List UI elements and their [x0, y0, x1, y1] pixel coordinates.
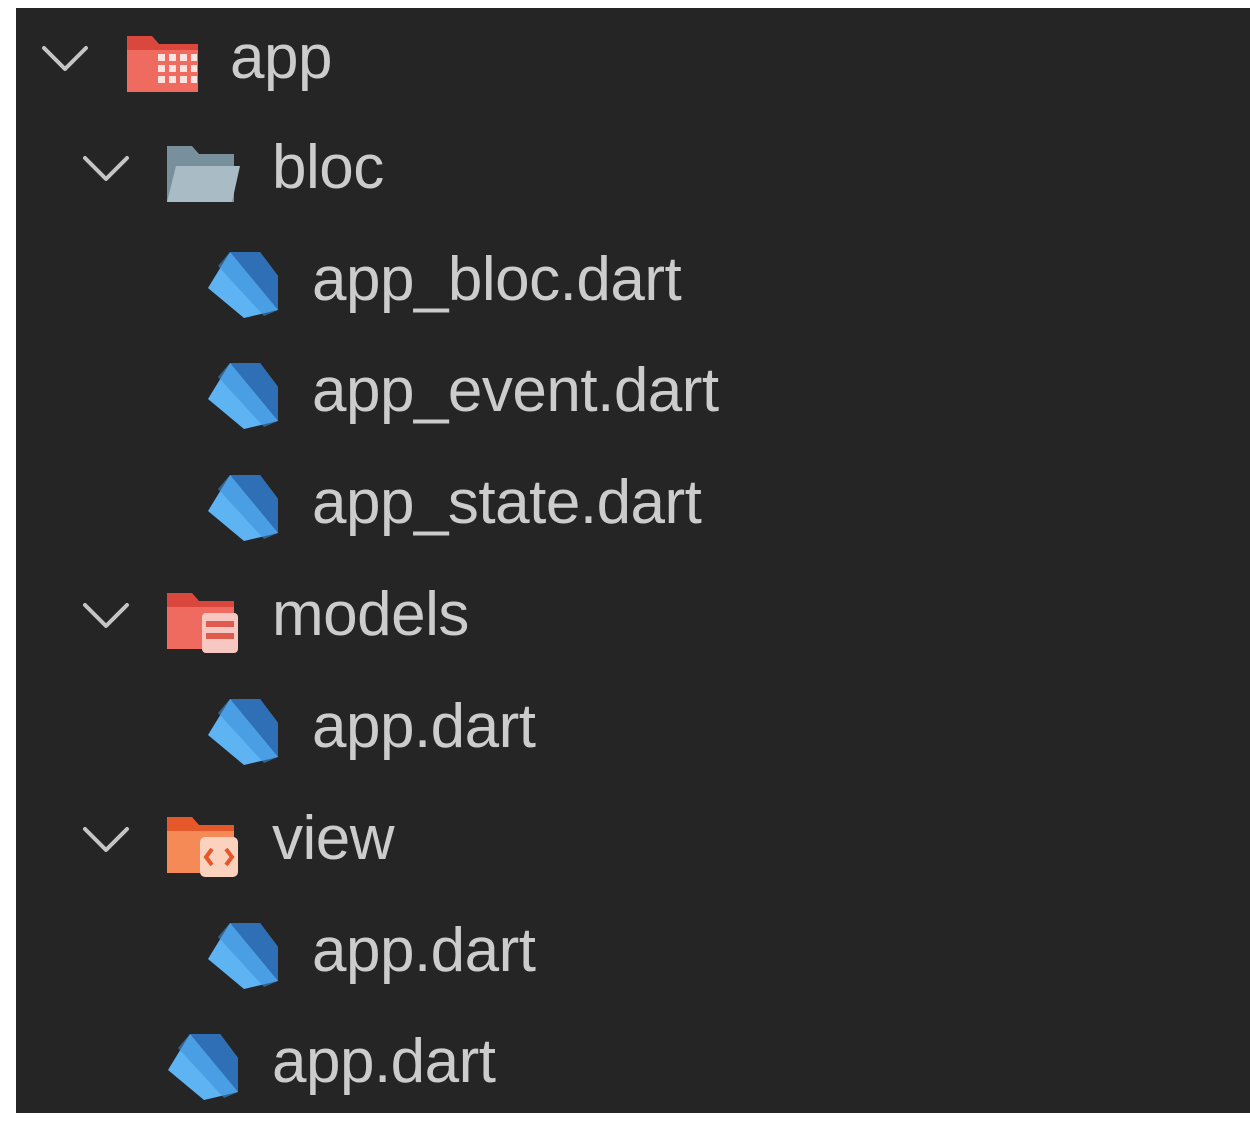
dart-file-icon: [204, 473, 282, 543]
tree-item-label: app.dart: [312, 916, 536, 985]
tree-item-bloc-folder[interactable]: bloc: [16, 118, 1250, 230]
tree-item-label: app_event.dart: [312, 356, 719, 425]
tree-item-app-bloc-file[interactable]: app_bloc.dart: [16, 230, 1250, 342]
dart-file-icon: [204, 921, 282, 991]
dart-file-icon: [204, 361, 282, 431]
tree-item-label: view: [272, 804, 395, 873]
file-explorer-tree: app bloc app_bloc.dart app_event.dart ap…: [16, 8, 1250, 1113]
chevron-down-icon[interactable]: [75, 789, 137, 901]
tree-item-app-event-file[interactable]: app_event.dart: [16, 341, 1250, 453]
tree-item-label: app_state.dart: [312, 468, 702, 537]
tree-item-models-app-file[interactable]: app.dart: [16, 677, 1250, 789]
chevron-down-icon[interactable]: [34, 8, 96, 120]
folder-view-icon: [164, 809, 242, 879]
tree-item-view-app-file[interactable]: app.dart: [16, 901, 1250, 1013]
chevron-down-icon[interactable]: [75, 565, 137, 677]
dart-file-icon: [164, 1032, 242, 1102]
tree-item-app-folder[interactable]: app: [16, 8, 1250, 120]
tree-item-view-folder[interactable]: view: [16, 789, 1250, 901]
folder-icon: [164, 138, 242, 208]
tree-item-label: app: [230, 23, 332, 92]
tree-item-label: app.dart: [312, 692, 536, 761]
folder-models-icon: [164, 585, 242, 655]
dart-file-icon: [204, 250, 282, 320]
dart-file-icon: [204, 697, 282, 767]
chevron-down-icon[interactable]: [75, 118, 137, 230]
folder-app-icon: [124, 28, 202, 98]
tree-item-label: bloc: [272, 133, 384, 202]
tree-item-label: models: [272, 580, 469, 649]
tree-item-app-state-file[interactable]: app_state.dart: [16, 453, 1250, 565]
tree-item-label: app_bloc.dart: [312, 245, 682, 314]
tree-item-models-folder[interactable]: models: [16, 565, 1250, 677]
tree-item-app-root-file[interactable]: app.dart: [16, 1012, 1250, 1124]
tree-item-label: app.dart: [272, 1027, 496, 1096]
